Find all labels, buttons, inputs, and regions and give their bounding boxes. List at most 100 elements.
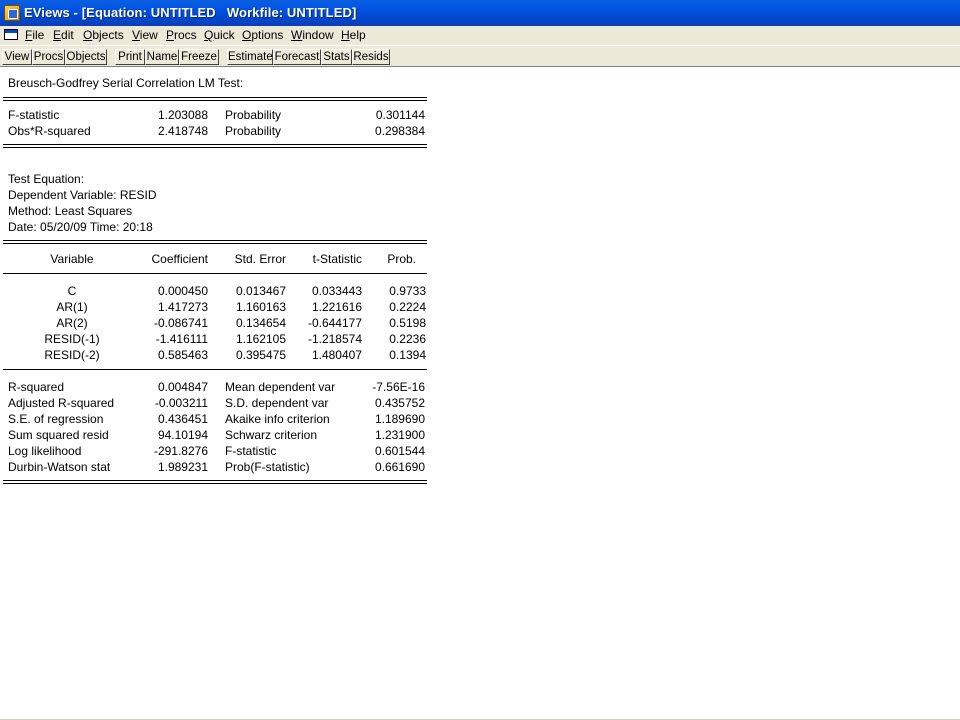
menu-view[interactable]: View	[132, 28, 158, 42]
stats-button[interactable]: Stats	[321, 49, 352, 65]
info-line: Dependent Variable: RESID	[8, 188, 157, 202]
coef-t-stat: 0.033443	[311, 284, 362, 298]
coef-value: -1.416111	[155, 332, 208, 346]
summary-prob-value: 0.301144	[375, 108, 425, 122]
stat-label: Adjusted R-squared	[8, 396, 115, 410]
stat-label-right: S.D. dependent var	[225, 396, 329, 410]
window-title: EViews - [Equation: UNTITLED Workfile: U…	[24, 5, 357, 20]
menu-bar: File Edit Objects View Procs Quick Optio…	[0, 26, 960, 45]
summary-label: Obs*R-squared	[8, 124, 91, 138]
resids-button[interactable]: Resids	[352, 49, 390, 65]
freeze-button[interactable]: Freeze	[179, 49, 219, 65]
stat-label: S.E. of regression	[8, 412, 104, 426]
stat-value: 94.10194	[157, 428, 208, 442]
info-line: Test Equation:	[8, 172, 85, 186]
coef-std-error: 0.013467	[235, 284, 286, 298]
column-header-prob: Prob.	[387, 252, 416, 266]
stat-label: Log likelihood	[8, 444, 82, 458]
estimate-button[interactable]: Estimate	[227, 49, 273, 65]
stat-value-right: -7.56E-16	[372, 380, 425, 394]
info-line: Method: Least Squares	[8, 204, 133, 218]
coef-prob: 0.5198	[389, 316, 426, 330]
objects-button[interactable]: Objects	[65, 49, 107, 65]
menu-options[interactable]: Options	[242, 28, 283, 42]
column-header-t-statistic: t-Statistic	[312, 252, 362, 266]
view-button[interactable]: View	[2, 49, 32, 65]
summary-prob-value: 0.298384	[374, 124, 425, 138]
info-line: Date: 05/20/09 Time: 20:18	[8, 220, 153, 234]
summary-label: F-statistic	[8, 108, 60, 122]
divider	[3, 240, 427, 241]
menu-quick[interactable]: Quick	[204, 28, 235, 42]
coef-variable: RESID(-2)	[44, 348, 100, 362]
menu-window[interactable]: Window	[291, 28, 334, 42]
stat-label: R-squared	[8, 380, 65, 394]
coef-value: -0.086741	[153, 316, 208, 330]
menu-file[interactable]: File	[25, 28, 44, 42]
menu-help[interactable]: Help	[341, 28, 366, 42]
stat-label-right: Schwarz criterion	[225, 428, 318, 442]
coef-prob: 0.2236	[389, 332, 426, 346]
menu-objects[interactable]: Objects	[83, 28, 124, 42]
eviews-app-icon[interactable]	[4, 5, 20, 21]
procs-button[interactable]: Procs	[32, 49, 65, 65]
divider	[3, 483, 427, 484]
menu-procs[interactable]: Procs	[166, 28, 197, 42]
stat-value-right: 0.601544	[374, 444, 425, 458]
stat-value-right: 1.189690	[374, 412, 425, 426]
coef-prob: 0.2224	[389, 300, 426, 314]
coef-value: 0.000450	[157, 284, 208, 298]
divider	[3, 97, 427, 98]
stat-value: 1.989231	[157, 460, 208, 474]
title-bar[interactable]: EViews - [Equation: UNTITLED Workfile: U…	[0, 0, 960, 26]
coef-std-error: 1.160163	[235, 300, 286, 314]
forecast-button[interactable]: Forecast	[273, 49, 321, 65]
divider	[3, 147, 427, 148]
summary-prob-label: Probability	[225, 124, 282, 138]
equation-output: Breusch-Godfrey Serial Correlation LM Te…	[0, 67, 960, 720]
stat-label-right: Akaike info criterion	[225, 412, 330, 426]
coef-t-stat: 1.480407	[311, 348, 362, 362]
stat-value: 0.004847	[157, 380, 208, 394]
name-button[interactable]: Name	[145, 49, 179, 65]
coef-t-stat: -0.644177	[307, 316, 362, 330]
coef-std-error: 0.395475	[235, 348, 286, 362]
divider	[3, 100, 427, 101]
menu-edit[interactable]: Edit	[53, 28, 74, 42]
object-toolbar: View Procs Objects Print Name Freeze Est…	[0, 45, 960, 67]
stat-value-right: 0.661690	[374, 460, 425, 474]
stat-value: -291.8276	[153, 444, 208, 458]
coef-variable: RESID(-1)	[44, 332, 100, 346]
summary-value: 2.418748	[157, 124, 208, 138]
divider	[3, 273, 427, 274]
document-window-icon[interactable]	[4, 29, 18, 40]
divider	[3, 369, 427, 370]
coef-variable: AR(2)	[56, 316, 88, 330]
print-button[interactable]: Print	[115, 49, 145, 65]
coef-prob: 0.1394	[389, 348, 426, 362]
stat-label: Durbin-Watson stat	[8, 460, 111, 474]
divider	[3, 480, 427, 481]
coef-std-error: 0.134654	[235, 316, 286, 330]
coef-variable: AR(1)	[56, 300, 88, 314]
column-header-variable: Variable	[50, 252, 94, 266]
divider	[3, 243, 427, 244]
divider	[3, 144, 427, 145]
stat-value-right: 1.231900	[374, 428, 425, 442]
coef-t-stat: 1.221616	[311, 300, 362, 314]
stat-label-right: Prob(F-statistic)	[225, 460, 310, 474]
coef-std-error: 1.162105	[235, 332, 286, 346]
coef-t-stat: -1.218574	[307, 332, 362, 346]
stat-value-right: 0.435752	[374, 396, 425, 410]
summary-value: 1.203088	[157, 108, 208, 122]
stat-label: Sum squared resid	[8, 428, 109, 442]
coef-value: 0.585463	[157, 348, 208, 362]
stat-label-right: F-statistic	[225, 444, 277, 458]
test-title: Breusch-Godfrey Serial Correlation LM Te…	[8, 76, 244, 90]
coef-variable: C	[67, 284, 77, 298]
column-header-coefficient: Coefficient	[151, 252, 208, 266]
stat-value: -0.003211	[154, 396, 208, 410]
stat-label-right: Mean dependent var	[225, 380, 336, 394]
summary-prob-label: Probability	[225, 108, 282, 122]
stat-value: 0.436451	[157, 412, 208, 426]
